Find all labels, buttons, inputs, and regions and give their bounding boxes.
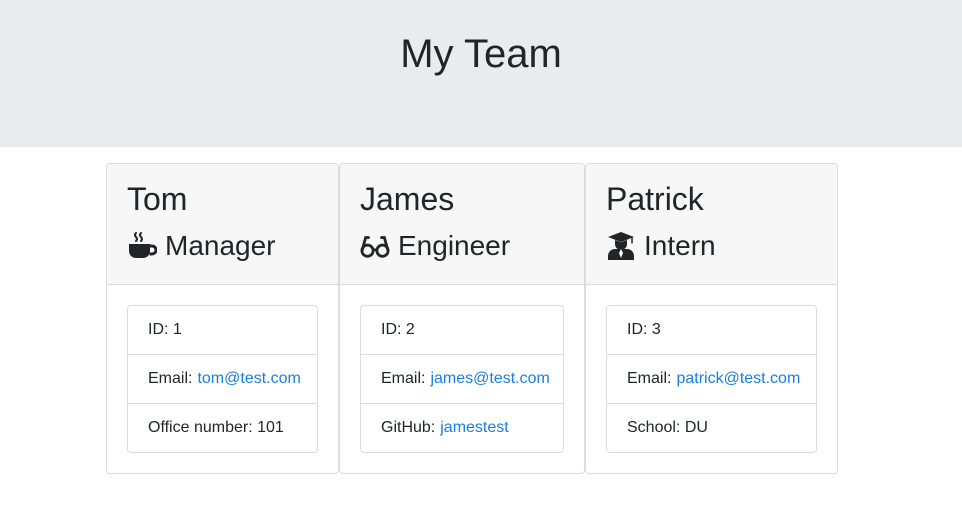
employee-role: Intern	[606, 228, 716, 264]
employee-name: James	[360, 181, 455, 217]
employee-id: ID: 2	[361, 306, 563, 355]
card-header: James Engineer	[340, 164, 584, 285]
email-prefix: Email:	[627, 370, 672, 387]
employee-role-label: Intern	[644, 230, 716, 261]
employee-role-label: Engineer	[398, 230, 511, 261]
employee-role: Manager	[127, 228, 276, 264]
email-prefix: Email:	[381, 370, 426, 387]
employee-email-row: Email: james@test.com	[361, 355, 563, 404]
employee-details: ID: 1 Email: tom@test.com Office number:…	[127, 305, 318, 453]
employee-email-row: Email: patrick@test.com	[607, 355, 816, 404]
employee-email-row: Email: tom@test.com	[128, 355, 317, 404]
graduate-icon	[606, 231, 636, 261]
employee-card-engineer: James Engineer ID: 2 Email: james@test.c…	[339, 163, 585, 474]
employee-role: Engineer	[360, 228, 510, 264]
glasses-icon	[360, 231, 390, 261]
employee-id: ID: 1	[128, 306, 317, 355]
employee-role-label: Manager	[165, 230, 276, 261]
email-link[interactable]: james@test.com	[430, 370, 549, 388]
employee-card-manager: Tom Manager ID: 1 Email: tom@test.com Of…	[106, 163, 339, 474]
coffee-icon	[127, 231, 157, 261]
employee-details: ID: 3 Email: patrick@test.com School: DU	[606, 305, 817, 453]
github-row: GitHub: jamestest	[361, 404, 563, 452]
employee-name: Tom	[127, 181, 188, 217]
github-link[interactable]: jamestest	[440, 419, 508, 437]
email-prefix: Email:	[148, 370, 193, 387]
page-title: My Team	[400, 32, 562, 76]
card-header: Patrick Intern	[586, 164, 837, 285]
employee-name: Patrick	[606, 181, 704, 217]
school-row: School: DU	[627, 419, 708, 436]
employee-card-intern: Patrick Intern ID: 3 Email: patrick@test…	[585, 163, 838, 474]
email-link[interactable]: tom@test.com	[197, 370, 300, 388]
github-prefix: GitHub:	[381, 419, 436, 436]
page-header: My Team	[0, 0, 962, 147]
employee-id: ID: 3	[607, 306, 816, 355]
card-header: Tom Manager	[107, 164, 338, 285]
office-number: Office number: 101	[148, 419, 284, 436]
email-link[interactable]: patrick@test.com	[676, 370, 800, 388]
employee-details: ID: 2 Email: james@test.com GitHub: jame…	[360, 305, 564, 453]
